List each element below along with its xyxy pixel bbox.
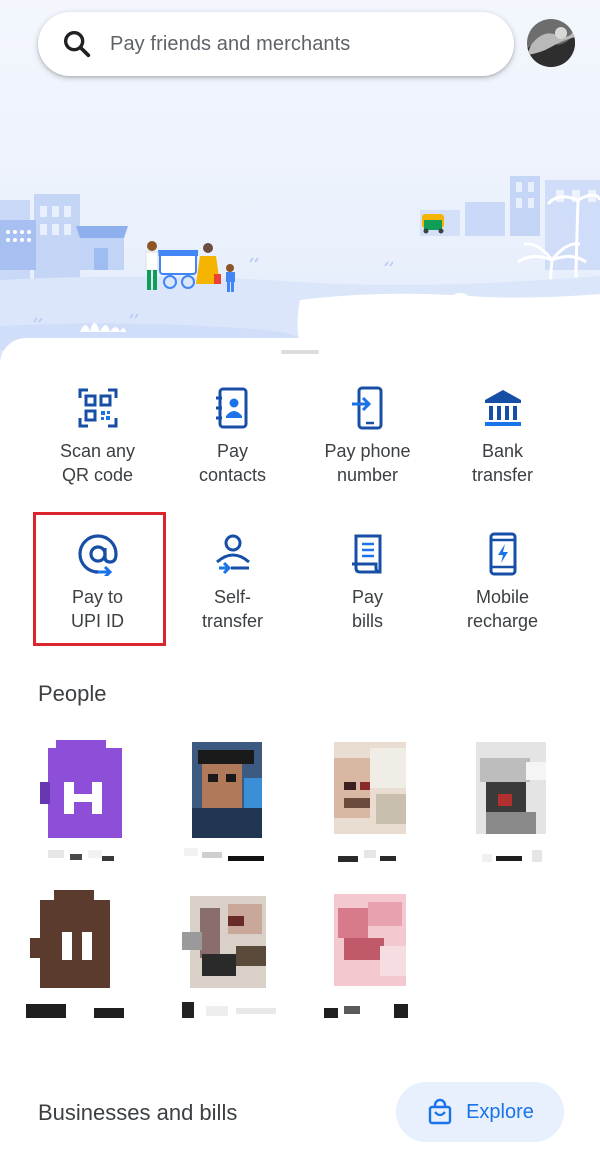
action-label: Pay contacts bbox=[198, 441, 267, 485]
pay-contacts-button[interactable]: Pay contacts bbox=[165, 378, 300, 506]
scan-qr-code-button[interactable]: Scan any QR code bbox=[30, 378, 165, 506]
bank-transfer-button[interactable]: Bank transfer bbox=[435, 378, 570, 506]
person-avatar bbox=[184, 742, 264, 861]
person-contact[interactable] bbox=[178, 738, 288, 878]
explore-label: Explore bbox=[466, 1100, 534, 1123]
pay-to-upi-id-button[interactable]: Pay to UPI ID bbox=[30, 524, 165, 652]
drag-handle[interactable] bbox=[281, 350, 319, 354]
person-avatar bbox=[182, 896, 276, 1018]
person-contact[interactable] bbox=[320, 738, 430, 878]
action-label: Pay phone number bbox=[324, 441, 411, 485]
self-transfer-icon bbox=[215, 534, 250, 575]
action-label: Scan any QR code bbox=[59, 441, 136, 485]
person-avatar bbox=[324, 894, 408, 1018]
person-avatar bbox=[26, 890, 124, 1018]
quick-actions-grid: Scan any QR code Pay contacts Pay phone … bbox=[30, 378, 570, 652]
person-contact[interactable] bbox=[26, 888, 136, 1028]
action-label: Bank transfer bbox=[471, 441, 534, 485]
mobile-recharge-icon bbox=[489, 532, 516, 576]
person-contact[interactable] bbox=[36, 738, 146, 878]
shopping-bag-icon bbox=[428, 1098, 452, 1125]
person-contact[interactable] bbox=[462, 738, 572, 878]
action-label: Pay to UPI ID bbox=[70, 587, 124, 631]
person-contact[interactable] bbox=[320, 888, 430, 1028]
bank-icon bbox=[484, 390, 521, 426]
profile-avatar[interactable] bbox=[527, 19, 575, 67]
mobile-recharge-button[interactable]: Mobile recharge bbox=[435, 524, 570, 652]
person-avatar bbox=[476, 742, 546, 862]
businesses-heading: Businesses and bills bbox=[38, 1100, 238, 1125]
payments-sheet: Scan any QR code Pay contacts Pay phone … bbox=[0, 338, 600, 1153]
explore-button[interactable]: Explore bbox=[396, 1082, 564, 1142]
action-label: Self- transfer bbox=[201, 587, 264, 631]
pay-bills-button[interactable]: Pay bills bbox=[300, 524, 435, 652]
person-avatar bbox=[40, 740, 122, 861]
hero-banner: Pay friends and merchants bbox=[0, 0, 600, 380]
avatar-photo-icon bbox=[527, 19, 575, 67]
search-input[interactable]: Pay friends and merchants bbox=[110, 33, 350, 56]
person-avatar bbox=[334, 742, 406, 862]
phone-transfer-icon bbox=[351, 386, 382, 430]
qr-code-scan-icon bbox=[78, 388, 117, 428]
people-heading: People bbox=[38, 681, 107, 706]
person-contact[interactable] bbox=[176, 888, 286, 1028]
at-sign-icon bbox=[77, 534, 118, 576]
action-label: Pay bills bbox=[351, 587, 384, 631]
receipt-icon bbox=[351, 534, 381, 574]
people-grid bbox=[0, 738, 600, 1038]
search-bar[interactable]: Pay friends and merchants bbox=[38, 12, 514, 76]
contacts-book-icon bbox=[215, 387, 247, 429]
pay-phone-number-button[interactable]: Pay phone number bbox=[300, 378, 435, 506]
self-transfer-button[interactable]: Self- transfer bbox=[165, 524, 300, 652]
search-icon bbox=[63, 30, 91, 58]
action-label: Mobile recharge bbox=[466, 587, 539, 631]
